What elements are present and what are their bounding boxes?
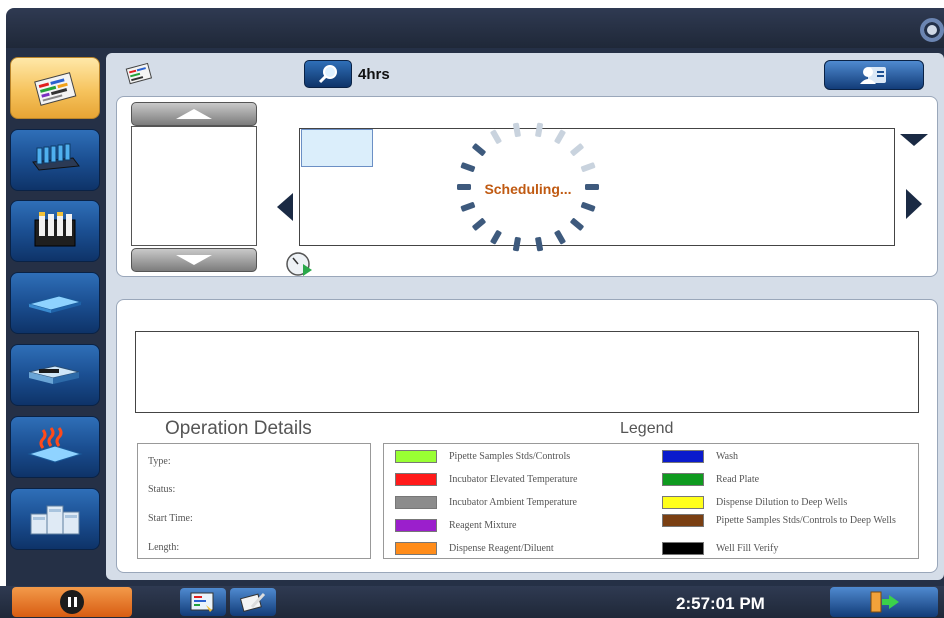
legend-swatch xyxy=(662,514,704,527)
legend-swatch xyxy=(395,450,437,463)
edit-schedule-button[interactable] xyxy=(230,588,276,616)
title-bar xyxy=(6,8,944,48)
triangle-down-icon xyxy=(176,255,212,265)
legend-swatch xyxy=(662,542,704,555)
legend-label: Dispense Reagent/Diluent xyxy=(449,543,554,554)
start-time-label: Start Time: xyxy=(148,513,193,524)
legend-item: Read Plate xyxy=(662,473,759,486)
legend-title: Legend xyxy=(620,420,674,437)
gauge-play-icon[interactable] xyxy=(284,250,316,278)
status-bar xyxy=(0,586,944,618)
washer-icon xyxy=(28,365,80,384)
legend-item: Pipette Samples Stds/Controls to Deep We… xyxy=(662,514,912,527)
legend-label: Wash xyxy=(716,451,738,462)
legend-item: Dispense Dilution to Deep Wells xyxy=(662,496,847,509)
incubator-heat-icon xyxy=(27,427,83,463)
legend-swatch xyxy=(662,473,704,486)
pause-icon xyxy=(60,590,84,614)
legend-item: Pipette Samples Stds/Controls xyxy=(395,450,570,463)
legend-label: Pipette Samples Stds/Controls to Deep We… xyxy=(716,515,896,526)
operation-detail-area xyxy=(135,331,919,413)
triangle-up-icon xyxy=(176,109,212,119)
time-range-label: 4hrs xyxy=(358,66,390,83)
operation-details-box: Type: Status: Start Time: Length: xyxy=(137,443,371,559)
system-modules-icon xyxy=(30,505,80,535)
scroll-down-button[interactable] xyxy=(131,248,257,272)
legend-label: Pipette Samples Stds/Controls xyxy=(449,451,571,462)
magnifier-icon xyxy=(318,65,337,84)
sidebar-item-schedule[interactable] xyxy=(10,57,100,119)
spinner-dash xyxy=(535,122,544,138)
spinner-dash xyxy=(460,202,476,212)
pause-button[interactable] xyxy=(12,587,132,617)
type-label: Type: xyxy=(148,456,171,467)
legend-swatch xyxy=(662,450,704,463)
legend-item: Well Fill Verify xyxy=(662,542,778,555)
schedule-icon xyxy=(125,62,153,85)
resource-list[interactable] xyxy=(131,126,257,246)
legend-swatch xyxy=(395,496,437,509)
sample-rack-icon xyxy=(32,143,80,171)
spinner-dash xyxy=(490,230,502,245)
legend-item: Incubator Elevated Temperature xyxy=(395,473,578,486)
clock: 2:57:01 PM xyxy=(676,594,765,613)
spinner-dash xyxy=(512,122,521,138)
user-card-icon xyxy=(860,67,886,84)
spinner-dash xyxy=(554,230,566,245)
operation-details-title: Operation Details xyxy=(165,418,312,439)
legend-swatch xyxy=(395,542,437,555)
schedule-icon xyxy=(34,72,77,106)
system-menu-button[interactable] xyxy=(920,18,944,42)
sidebar-item-plates[interactable] xyxy=(10,272,100,334)
legend-item: Incubator Ambient Temperature xyxy=(395,496,577,509)
edit-icon xyxy=(239,592,266,612)
zoom-button[interactable] xyxy=(304,60,352,88)
spinner-dash xyxy=(570,218,584,231)
spinner-dash xyxy=(472,218,486,231)
scheduling-status: Scheduling... xyxy=(484,181,572,197)
legend-label: Read Plate xyxy=(716,474,760,485)
exit-door-icon xyxy=(870,591,899,613)
spinner-dash xyxy=(580,162,596,172)
legend-label: Dispense Dilution to Deep Wells xyxy=(716,497,848,508)
status-label: Status: xyxy=(148,484,176,495)
legend-swatch xyxy=(395,519,437,532)
legend-swatch xyxy=(395,473,437,486)
sidebar-item-reagents[interactable] xyxy=(10,200,100,262)
sidebar-item-samples[interactable] xyxy=(10,129,100,191)
spinner-dash xyxy=(580,202,596,212)
legend-label: Reagent Mixture xyxy=(449,520,517,531)
spinner-dash xyxy=(570,143,584,156)
report-icon xyxy=(190,592,214,612)
legend-swatch xyxy=(662,496,704,509)
spinner-dash xyxy=(490,129,502,144)
timeline-next-button[interactable] xyxy=(906,189,922,219)
exit-button[interactable] xyxy=(830,587,938,617)
reagent-rack-icon xyxy=(34,212,76,247)
sidebar-item-incubator[interactable] xyxy=(10,416,100,478)
spinner-dash xyxy=(512,236,521,252)
spinner-dash xyxy=(554,129,566,144)
legend-label: Incubator Elevated Temperature xyxy=(449,474,578,485)
selected-timeslot[interactable] xyxy=(301,129,373,167)
spinner-dash xyxy=(472,143,486,156)
report-button[interactable] xyxy=(180,588,226,616)
legend-box: Pipette Samples Stds/Controls Incubator … xyxy=(383,443,919,559)
sidebar-item-washer[interactable] xyxy=(10,344,100,406)
legend-label: Well Fill Verify xyxy=(716,543,779,554)
legend-item: Reagent Mixture xyxy=(395,519,516,532)
spinner-dash xyxy=(460,162,476,172)
spinner-dash xyxy=(535,236,544,252)
timeline-previous-button[interactable] xyxy=(277,193,293,221)
microplate-icon xyxy=(27,295,83,313)
sidebar-item-system[interactable] xyxy=(10,488,100,550)
timeline-dropdown-button[interactable] xyxy=(900,134,928,146)
user-info-button[interactable] xyxy=(824,60,924,90)
scroll-up-button[interactable] xyxy=(131,102,257,126)
legend-item: Dispense Reagent/Diluent xyxy=(395,542,554,555)
length-label: Length: xyxy=(148,542,180,553)
legend-item: Wash xyxy=(662,450,738,463)
legend-label: Incubator Ambient Temperature xyxy=(449,497,577,508)
